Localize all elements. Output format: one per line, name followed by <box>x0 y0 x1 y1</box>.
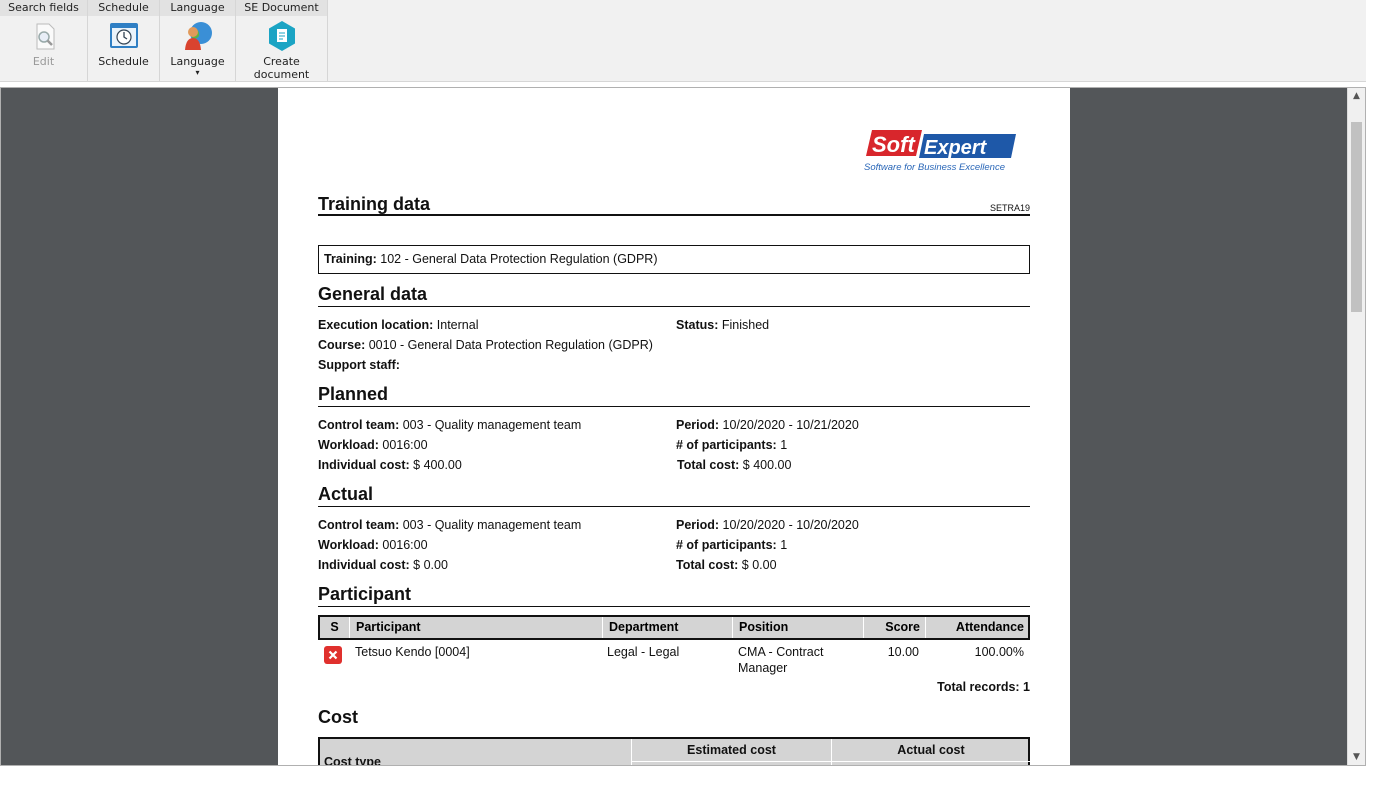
field-execution-location: Execution location: Internal <box>318 318 479 332</box>
softexpert-logo: Soft Expert Software for Business Excell… <box>862 126 1032 176</box>
group-header: Search fields <box>0 0 87 16</box>
group-header: Language <box>160 0 235 16</box>
section-cost: Cost <box>318 707 358 727</box>
svg-text:Expert: Expert <box>924 137 988 159</box>
group-se-document: SE Document Create document <box>236 0 328 82</box>
cost-table-header: Cost type Estimated cost Actual cost <box>318 737 1030 766</box>
field-actual-workload: Workload: 0016:00 <box>318 538 428 552</box>
training-box: Training: 102 - General Data Protection … <box>318 245 1030 274</box>
field-support-staff: Support staff: <box>318 358 400 372</box>
total-records: Total records: 1 <box>937 680 1030 694</box>
group-language: Language Language ▾ <box>160 0 236 82</box>
chevron-down-icon: ▾ <box>195 68 200 77</box>
field-planned-individual-cost: Individual cost: $ 400.00 <box>318 458 462 472</box>
field-actual-individual-cost: Individual cost: $ 0.00 <box>318 558 448 572</box>
section-planned: Planned <box>318 384 1030 407</box>
col-header-attendance: Attendance <box>955 620 1024 634</box>
language-globe-icon <box>182 20 214 52</box>
document-viewer[interactable]: Soft Expert Software for Business Excell… <box>0 87 1366 766</box>
report-code: SETRA19 <box>989 203 1030 213</box>
vertical-scrollbar[interactable]: ▲ ▼ <box>1347 88 1365 765</box>
language-button[interactable]: Language ▾ <box>160 18 235 77</box>
table-header: S Participant Department Position Score … <box>318 615 1030 640</box>
schedule-button[interactable]: Schedule <box>88 18 159 68</box>
cell-department: Legal - Legal <box>607 645 680 659</box>
scroll-up-icon[interactable]: ▲ <box>1348 88 1365 104</box>
svg-text:Software for Business Excellen: Software for Business Excellence <box>864 162 1005 173</box>
report-title-bar: Training data SETRA19 <box>318 194 1030 216</box>
field-planned-participants: # of participants: 1 <box>676 438 788 452</box>
col-header-score: Score <box>865 617 926 638</box>
section-general-data: General data <box>318 284 1030 307</box>
edit-search-icon <box>28 20 60 52</box>
field-course: Course: 0010 - General Data Protection R… <box>318 338 653 352</box>
col-header-cost-type: Cost type <box>324 755 381 766</box>
scroll-down-icon[interactable]: ▼ <box>1348 749 1365 765</box>
cell-score: 10.00 <box>887 645 919 659</box>
group-header: Schedule <box>88 0 159 16</box>
table-row: Tetsuo Kendo [0004] Legal - Legal CMA - … <box>318 640 1030 680</box>
field-planned-total-cost: Total cost: $ 400.00 <box>677 458 792 472</box>
ribbon-toolbar: Search fields Edit Schedule Schedule Lan… <box>0 0 1366 82</box>
svg-text:Soft: Soft <box>872 132 916 157</box>
col-header-actual-cost: Actual cost <box>897 743 965 757</box>
report-page: Soft Expert Software for Business Excell… <box>278 88 1070 766</box>
row-divider <box>632 761 1030 762</box>
col-header-s: S <box>320 617 350 638</box>
col-header-department: Department <box>604 617 733 638</box>
report-title: Training data <box>318 194 431 214</box>
edit-button[interactable]: Edit <box>0 18 87 68</box>
field-status: Status: Finished <box>676 318 770 332</box>
document-hexagon-icon <box>266 20 298 52</box>
field-actual-period: Period: 10/20/2020 - 10/20/2020 <box>676 518 859 532</box>
calendar-clock-icon <box>108 20 140 52</box>
group-header: SE Document <box>236 0 327 16</box>
group-schedule: Schedule Schedule <box>88 0 160 82</box>
status-failed-icon <box>324 646 342 664</box>
field-planned-control-team: Control team: 003 - Quality management t… <box>318 418 582 432</box>
create-document-button[interactable]: Create document <box>236 18 327 81</box>
participant-table: S Participant Department Position Score … <box>318 615 1030 680</box>
cell-attendance: 100.00% <box>974 645 1024 659</box>
cell-position-line1: CMA - Contract <box>738 645 824 659</box>
field-actual-participants: # of participants: 1 <box>676 538 788 552</box>
group-search-fields: Search fields Edit <box>0 0 88 82</box>
cell-position-line2: Manager <box>738 661 788 675</box>
field-actual-total-cost: Total cost: $ 0.00 <box>676 558 777 572</box>
col-header-participant: Participant <box>351 617 603 638</box>
field-planned-workload: Workload: 0016:00 <box>318 438 428 452</box>
field-actual-control-team: Control team: 003 - Quality management t… <box>318 518 582 532</box>
field-planned-period: Period: 10/20/2020 - 10/21/2020 <box>676 418 859 432</box>
col-header-position: Position <box>734 617 864 638</box>
section-actual: Actual <box>318 484 1030 507</box>
section-participant: Participant <box>318 584 1030 607</box>
cell-participant: Tetsuo Kendo [0004] <box>355 645 470 659</box>
col-header-estimated-cost: Estimated cost <box>687 743 776 757</box>
scrollbar-thumb[interactable] <box>1351 122 1362 312</box>
